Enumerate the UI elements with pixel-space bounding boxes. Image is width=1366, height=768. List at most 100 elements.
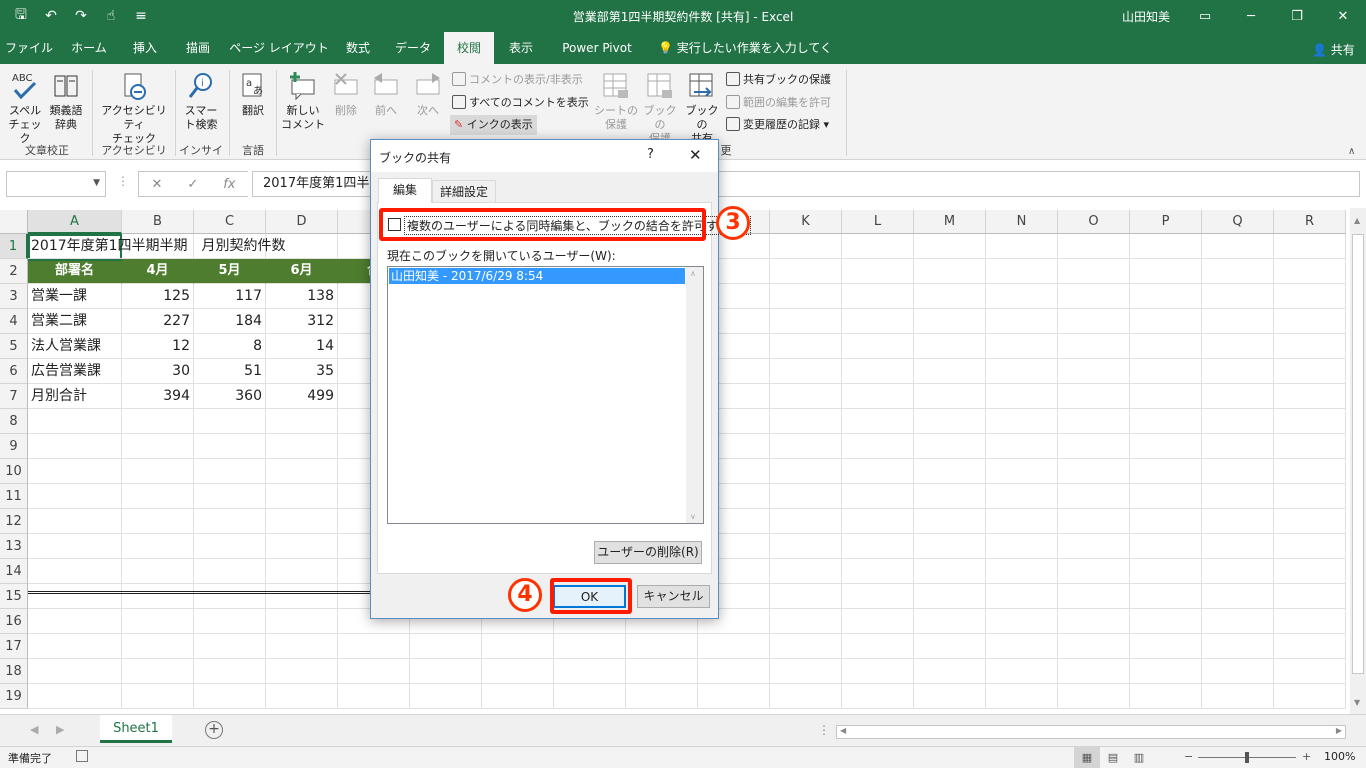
cell[interactable]	[914, 484, 986, 509]
cell[interactable]	[1058, 509, 1130, 534]
tab-power-pivot[interactable]: Power Pivot	[552, 32, 642, 64]
cell[interactable]	[554, 659, 626, 684]
user-name[interactable]: 山田知美	[1122, 8, 1170, 25]
cell[interactable]	[1202, 359, 1274, 384]
allow-edit-ranges-button[interactable]: 範囲の編集を許可	[726, 93, 831, 113]
tab-advanced[interactable]: 詳細設定	[432, 180, 496, 204]
tab-file[interactable]: ファイル	[0, 32, 58, 64]
cell[interactable]	[482, 684, 554, 709]
cell[interactable]	[1202, 609, 1274, 634]
show-ink-button[interactable]: ✎ インクの表示	[450, 115, 537, 135]
cell[interactable]	[986, 384, 1058, 409]
smart-lookup-button[interactable]: i スマー ト検索	[178, 70, 224, 132]
cell[interactable]	[914, 584, 986, 609]
table-cell[interactable]: 125	[122, 284, 194, 309]
collapse-ribbon-icon[interactable]: ∧	[1348, 146, 1355, 157]
cell[interactable]	[1274, 334, 1346, 359]
cell[interactable]	[266, 634, 338, 659]
cell[interactable]	[554, 634, 626, 659]
cell[interactable]	[1202, 509, 1274, 534]
cell[interactable]	[914, 234, 986, 259]
column-header-b[interactable]: B	[122, 210, 194, 234]
scroll-up-icon[interactable]: ▲	[1354, 216, 1360, 225]
column-header-l[interactable]: L	[842, 210, 914, 234]
row-header-1[interactable]: 1	[0, 234, 28, 259]
page-layout-view-icon[interactable]: ▤	[1100, 747, 1126, 768]
cell[interactable]	[122, 434, 194, 459]
cell[interactable]	[770, 534, 842, 559]
cell[interactable]	[28, 684, 122, 709]
cell[interactable]	[842, 234, 914, 259]
cell[interactable]	[266, 609, 338, 634]
new-comment-button[interactable]: 新しい コメント	[280, 70, 326, 132]
cell[interactable]	[1274, 234, 1346, 259]
row-header-14[interactable]: 14	[0, 559, 28, 584]
cell[interactable]	[1274, 509, 1346, 534]
cell[interactable]	[1130, 659, 1202, 684]
cell[interactable]	[1274, 609, 1346, 634]
cell[interactable]	[1274, 259, 1346, 284]
row-header-17[interactable]: 17	[0, 634, 28, 659]
cell[interactable]	[410, 684, 482, 709]
cell[interactable]	[1274, 684, 1346, 709]
cell[interactable]	[28, 609, 122, 634]
column-header-c[interactable]: C	[194, 210, 266, 234]
cell[interactable]	[28, 434, 122, 459]
zoom-slider-knob[interactable]	[1245, 752, 1249, 763]
cell[interactable]	[770, 409, 842, 434]
column-header-k[interactable]: K	[770, 210, 842, 234]
cell[interactable]	[770, 559, 842, 584]
cell[interactable]	[986, 534, 1058, 559]
cell[interactable]	[1202, 559, 1274, 584]
cell[interactable]	[914, 334, 986, 359]
cell[interactable]	[1130, 309, 1202, 334]
prev-sheet-icon[interactable]: ◀	[30, 723, 38, 736]
select-all-corner[interactable]	[0, 210, 28, 234]
scroll-thumb[interactable]	[1352, 234, 1364, 674]
tab-insert[interactable]: 挿入	[120, 32, 170, 64]
cell[interactable]	[194, 484, 266, 509]
cell[interactable]	[194, 559, 266, 584]
list-item[interactable]: 山田知美 - 2017/6/29 8:54	[389, 268, 685, 284]
insert-function-icon[interactable]: fx	[223, 177, 235, 192]
cell[interactable]	[1058, 609, 1130, 634]
cell[interactable]	[914, 559, 986, 584]
cell[interactable]	[1202, 409, 1274, 434]
cell[interactable]	[1058, 434, 1130, 459]
cell[interactable]	[1202, 334, 1274, 359]
cell[interactable]	[122, 559, 194, 584]
cell[interactable]	[1130, 634, 1202, 659]
cell[interactable]	[482, 634, 554, 659]
cell[interactable]	[770, 234, 842, 259]
cell[interactable]	[842, 584, 914, 609]
cell[interactable]	[194, 684, 266, 709]
column-header-r[interactable]: R	[1274, 210, 1346, 234]
row-header-6[interactable]: 6	[0, 359, 28, 384]
cell[interactable]	[986, 484, 1058, 509]
cell[interactable]	[1274, 534, 1346, 559]
horizontal-scrollbar[interactable]: ◀ ▶	[836, 725, 1346, 739]
cell[interactable]	[1130, 434, 1202, 459]
cell[interactable]	[1058, 634, 1130, 659]
scroll-down-icon[interactable]: ∨	[690, 512, 696, 521]
cell[interactable]	[266, 459, 338, 484]
cell[interactable]	[1130, 509, 1202, 534]
cell[interactable]	[1202, 459, 1274, 484]
cell[interactable]	[914, 409, 986, 434]
cell[interactable]	[842, 359, 914, 384]
cell[interactable]	[1202, 534, 1274, 559]
scroll-left-icon[interactable]: ◀	[840, 726, 846, 735]
cell[interactable]	[770, 459, 842, 484]
cell[interactable]	[28, 659, 122, 684]
cell[interactable]	[28, 634, 122, 659]
cell[interactable]	[28, 484, 122, 509]
cell[interactable]	[986, 284, 1058, 309]
cell[interactable]	[914, 534, 986, 559]
cell[interactable]	[770, 359, 842, 384]
cell[interactable]	[1274, 309, 1346, 334]
row-header-11[interactable]: 11	[0, 484, 28, 509]
cell[interactable]	[1274, 434, 1346, 459]
cell[interactable]	[1274, 659, 1346, 684]
cell[interactable]	[1058, 484, 1130, 509]
cell[interactable]	[28, 509, 122, 534]
